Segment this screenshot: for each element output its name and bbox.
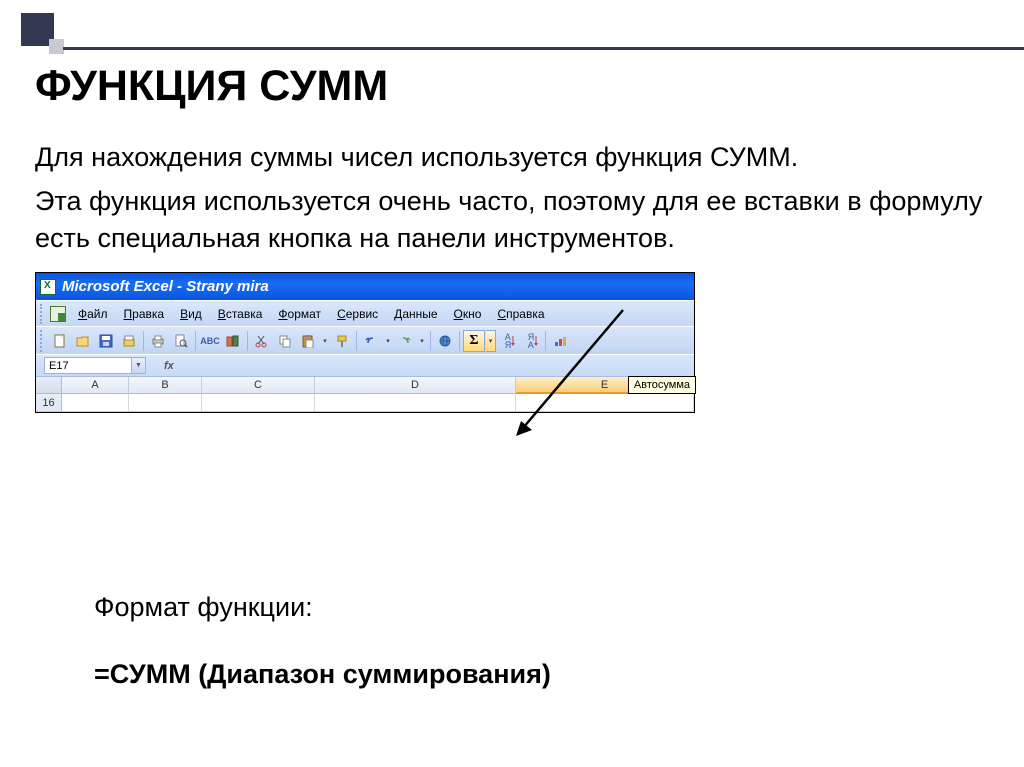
menu-insert[interactable]: Вставка: [210, 303, 271, 325]
excel-screenshot: Microsoft Excel - Strany mira Файл Правк…: [35, 272, 695, 413]
autosum-tooltip: Автосумма: [628, 376, 696, 394]
lower-content: Формат функции: =СУММ (Диапазон суммиров…: [94, 586, 551, 696]
column-headers: A B C D E: [36, 376, 694, 394]
decoration-line: [63, 47, 1024, 50]
name-box[interactable]: E17: [44, 357, 132, 374]
hyperlink-button[interactable]: [434, 330, 456, 352]
toolbar-separator: [430, 331, 431, 351]
toolbar-separator: [143, 331, 144, 351]
menubar-grip[interactable]: [40, 304, 46, 324]
excel-window-title: Microsoft Excel - Strany mira: [62, 278, 269, 295]
excel-menubar: Файл Правка Вид Вставка Формат Сервис Да…: [36, 300, 694, 326]
menu-help[interactable]: Справка: [489, 303, 552, 325]
intro-paragraph-2: Эта функция используется очень часто, по…: [35, 183, 995, 256]
table-row: 16: [36, 394, 694, 412]
select-all-corner[interactable]: [36, 377, 62, 394]
chart-wizard-button[interactable]: [549, 330, 571, 352]
print-preview-button[interactable]: [170, 330, 192, 352]
row-header[interactable]: 16: [36, 394, 62, 411]
copy-button[interactable]: [274, 330, 296, 352]
menu-window[interactable]: Окно: [446, 303, 490, 325]
excel-titlebar: Microsoft Excel - Strany mira: [36, 273, 694, 300]
menu-format[interactable]: Формат: [270, 303, 329, 325]
print-button[interactable]: [147, 330, 169, 352]
cell[interactable]: [129, 394, 202, 411]
toolbar-separator: [356, 331, 357, 351]
toolbar-separator: [195, 331, 196, 351]
cell[interactable]: [202, 394, 315, 411]
slide-content: ФУНКЦИЯ СУММ Для нахождения суммы чисел …: [35, 62, 995, 413]
spellcheck-button[interactable]: ABC: [199, 330, 221, 352]
paste-dropdown[interactable]: ▾: [320, 330, 330, 352]
toolbar-separator: [459, 331, 460, 351]
name-box-dropdown[interactable]: ▼: [132, 357, 146, 374]
autosum-dropdown[interactable]: ▾: [486, 330, 496, 352]
cell[interactable]: [62, 394, 129, 411]
save-button[interactable]: [95, 330, 117, 352]
format-syntax: =СУММ (Диапазон суммирования): [94, 653, 551, 696]
column-header-b[interactable]: B: [129, 377, 202, 394]
toolbar-grip[interactable]: [40, 330, 45, 352]
undo-dropdown[interactable]: ▾: [383, 330, 393, 352]
excel-toolbar: ABC ▾ ▾ ▾ Σ ▾ АЯ ЯА: [36, 326, 694, 354]
undo-button[interactable]: [360, 330, 382, 352]
sort-asc-button[interactable]: АЯ: [497, 330, 519, 352]
worksheet-icon[interactable]: [50, 306, 66, 322]
open-button[interactable]: [72, 330, 94, 352]
toolbar-separator: [247, 331, 248, 351]
slide-title: ФУНКЦИЯ СУММ: [35, 62, 995, 111]
decoration-square-small: [49, 39, 64, 54]
cell[interactable]: [516, 394, 694, 411]
sort-desc-button[interactable]: ЯА: [520, 330, 542, 352]
research-button[interactable]: [222, 330, 244, 352]
excel-app-icon: [40, 279, 56, 295]
column-header-a[interactable]: A: [62, 377, 129, 394]
paste-button[interactable]: [297, 330, 319, 352]
fx-icon[interactable]: fx: [164, 360, 174, 372]
toolbar-separator: [545, 331, 546, 351]
cut-button[interactable]: [251, 330, 273, 352]
redo-button[interactable]: [394, 330, 416, 352]
excel-sheet: A B C D E 16: [36, 376, 694, 412]
autosum-button[interactable]: Σ: [463, 330, 485, 352]
new-doc-button[interactable]: [49, 330, 71, 352]
column-header-d[interactable]: D: [315, 377, 516, 394]
menu-view[interactable]: Вид: [172, 303, 210, 325]
intro-paragraph-1: Для нахождения суммы чисел используется …: [35, 139, 995, 175]
format-label: Формат функции:: [94, 586, 551, 629]
column-header-c[interactable]: C: [202, 377, 315, 394]
excel-formula-bar: E17 ▼ fx: [36, 354, 694, 376]
redo-dropdown[interactable]: ▾: [417, 330, 427, 352]
menu-edit[interactable]: Правка: [116, 303, 173, 325]
menu-data[interactable]: Данные: [386, 303, 445, 325]
cell[interactable]: [315, 394, 516, 411]
format-painter-button[interactable]: [331, 330, 353, 352]
permissions-button[interactable]: [118, 330, 140, 352]
menu-file[interactable]: Файл: [70, 303, 116, 325]
menu-tools[interactable]: Сервис: [329, 303, 386, 325]
